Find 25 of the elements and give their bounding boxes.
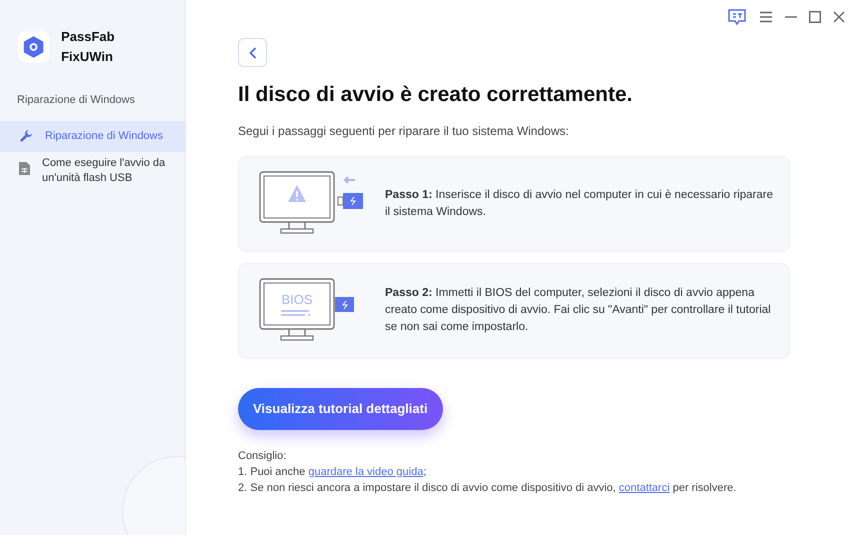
tip-text: 1. Puoi anche guardare la video guida;: [238, 464, 428, 480]
back-button[interactable]: [238, 38, 267, 67]
menu-icon[interactable]: [759, 11, 773, 23]
step-text: Passo 2: Immetti il BIOS del computer, selezioni il disco di avvio appena creato come dispositivo di avvio. Fai clic su "Avanti" per controllare il tutorial se non sai come impostarlo.: [385, 286, 772, 335]
page-subtitle: Segui i passaggi seguenti per riparare il tuo sistema Windows:: [238, 122, 570, 140]
step-text: Passo 1: Inserisce il disco di avvio nel computer in cui è necessario riparare il sistema Windows.: [385, 188, 774, 220]
link[interactable]: contattarci: [618, 482, 670, 494]
close-icon[interactable]: [833, 11, 845, 23]
tips-heading: Consiglio:: [238, 448, 288, 464]
bios-label: BIOS: [281, 292, 313, 306]
file-icon: [19, 162, 30, 174]
maximize-icon[interactable]: [809, 11, 821, 23]
app-logo-icon: [18, 30, 50, 62]
wrench-icon: [19, 129, 33, 143]
feedback-icon[interactable]: [727, 8, 747, 26]
page-title: Il disco di avvio è creato correttamente.: [238, 82, 634, 108]
view-tutorial-button[interactable]: Visualizza tutorial dettagliati: [238, 388, 443, 430]
sidebar-item[interactable]: Riparazione di Windows: [0, 120, 185, 152]
sidebar-section-label: Riparazione di Windows: [16, 93, 136, 108]
app-name: PassFab FixUWin: [61, 28, 116, 66]
tip-text: 2. Se non riesci ancora a impostare il disco di avvio come dispositivo di avvio, contattarci per risolvere.: [238, 480, 738, 496]
sidebar-item[interactable]: Come eseguire l'avvio da un'unità flash USB: [0, 152, 185, 190]
minimize-icon[interactable]: [785, 16, 797, 18]
chevron-left-icon: [248, 46, 256, 58]
link[interactable]: guardare la video guida: [308, 466, 424, 478]
